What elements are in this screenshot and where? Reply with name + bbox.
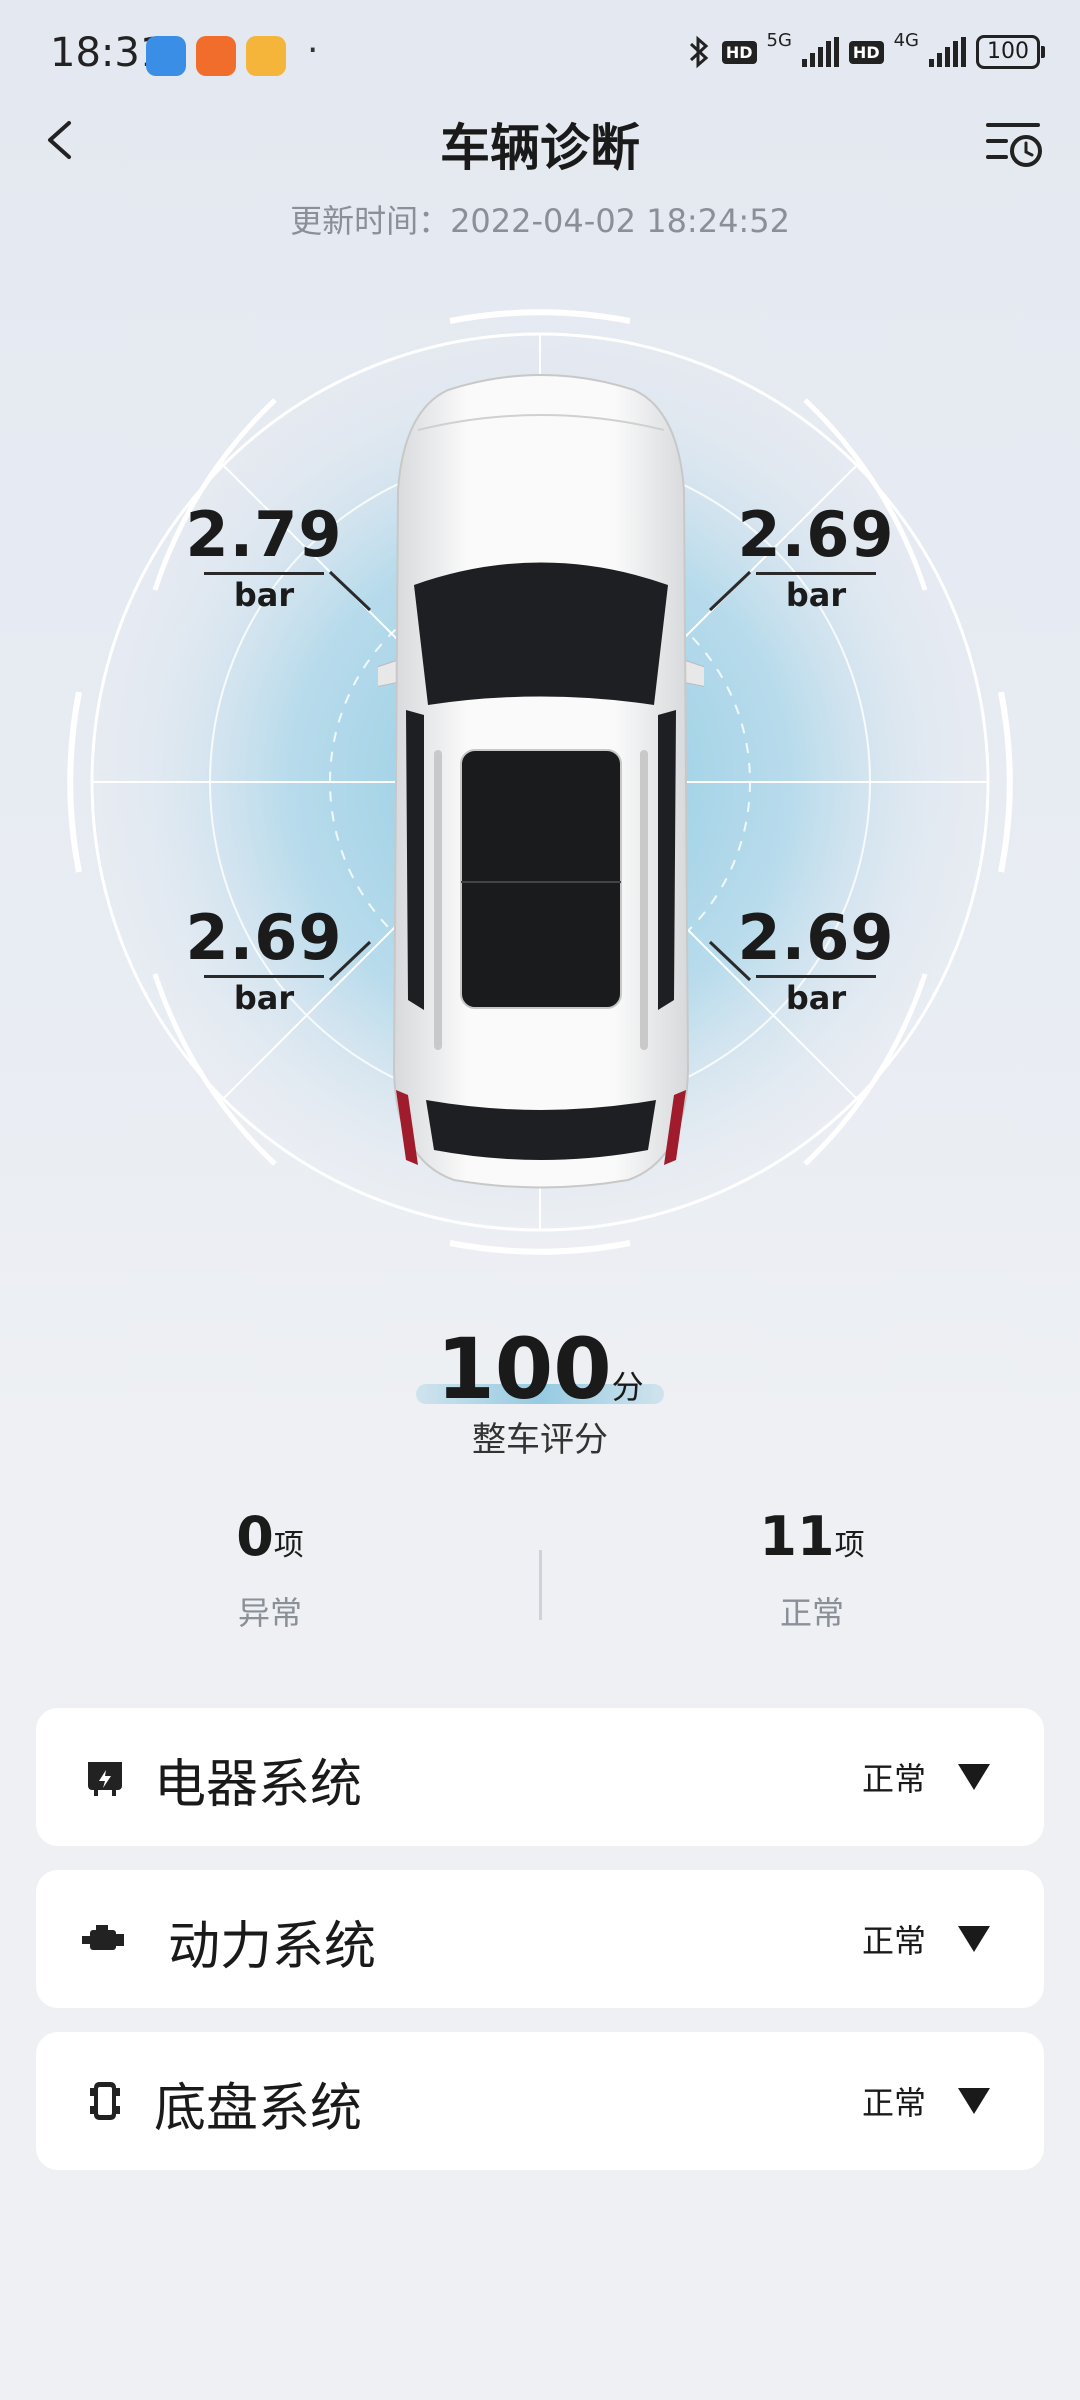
abnormal-stat[interactable]: 0项 异常 (120, 1505, 420, 1634)
abnormal-count-value: 0 (236, 1505, 274, 1568)
tire-pressure-value: 2.79 (185, 498, 343, 571)
system-status: 正常 (861, 2084, 926, 2122)
normal-count-value: 11 (759, 1505, 835, 1568)
system-card-power[interactable]: 动力系统 正常 (36, 1870, 1044, 2008)
expand-arrow-icon[interactable] (958, 2088, 990, 2114)
engine-icon (82, 1925, 124, 1950)
tire-pressure-unit: bar (785, 979, 847, 1017)
normal-count: 11项 (662, 1505, 962, 1568)
system-status: 正常 (861, 1760, 926, 1798)
diagnosis-stats: 0项 异常 11项 正常 (0, 1505, 1080, 1665)
score-label: 整车评分 (472, 1420, 608, 1460)
app-notification-icon (196, 36, 236, 76)
bluetooth-icon (689, 35, 709, 69)
normal-stat[interactable]: 11项 正常 (662, 1505, 962, 1634)
tire-pressure-value: 2.69 (185, 901, 343, 974)
hd-badge: HD (721, 40, 757, 64)
normal-count-unit: 项 (834, 1528, 865, 1563)
tire-pressure-value: 2.69 (737, 901, 895, 974)
battery-level: 100 (987, 39, 1029, 64)
signal-icon (929, 37, 966, 67)
normal-label: 正常 (779, 1594, 844, 1632)
abnormal-count: 0项 (120, 1505, 420, 1568)
history-list-icon (986, 123, 1042, 167)
app-notification-icon (246, 36, 286, 76)
abnormal-label: 异常 (237, 1594, 302, 1632)
car-top-view (367, 370, 715, 1190)
network-4g-label: 4G (893, 29, 919, 51)
more-notifications-dot: · (307, 30, 319, 71)
history-button[interactable] (984, 115, 1044, 175)
status-icons: HD 5G HD 4G 100 (686, 30, 1045, 70)
tire-pressure-value: 2.69 (737, 498, 895, 571)
score-value: 100分 (416, 1320, 664, 1418)
status-bar: 18:31 · HD 5G HD 4G 100 (0, 0, 1080, 110)
abnormal-count-unit: 项 (273, 1528, 304, 1563)
system-card-chassis[interactable]: 底盘系统 正常 (36, 2032, 1044, 2170)
expand-arrow-icon[interactable] (958, 1926, 990, 1952)
tire-front-left: 2.79 bar (164, 500, 364, 615)
electrical-icon (88, 1762, 122, 1796)
system-name: 电器系统 (154, 1755, 363, 1815)
vehicle-score: 100分 整车评分 (0, 1320, 1080, 1461)
app-notification-icon (146, 36, 186, 76)
chassis-icon (90, 2082, 120, 2120)
network-5g-label: 5G (766, 29, 792, 51)
tire-rear-left: 2.69 bar (164, 903, 364, 1018)
system-status: 正常 (861, 1922, 926, 1960)
tire-pressure-unit: bar (785, 576, 847, 614)
signal-icon (801, 37, 839, 67)
system-name: 底盘系统 (154, 2079, 363, 2139)
hd-badge: HD (848, 40, 884, 64)
tire-rear-right: 2.69 bar (716, 903, 916, 1018)
battery-icon: 100 (976, 35, 1045, 69)
tire-pressure-unit: bar (233, 979, 295, 1017)
system-card-electrical[interactable]: 电器系统 正常 (36, 1708, 1044, 1846)
score-number: 100 (436, 1320, 612, 1418)
score-unit: 分 (611, 1368, 644, 1406)
system-name: 动力系统 (168, 1917, 377, 1977)
stat-divider (539, 1550, 542, 1620)
tire-front-right: 2.69 bar (716, 500, 916, 615)
expand-arrow-icon[interactable] (958, 1764, 990, 1790)
update-time: 更新时间：2022-04-02 18:24:52 (290, 202, 790, 240)
tire-pressure-unit: bar (233, 576, 295, 614)
page-title: 车辆诊断 (440, 119, 640, 177)
